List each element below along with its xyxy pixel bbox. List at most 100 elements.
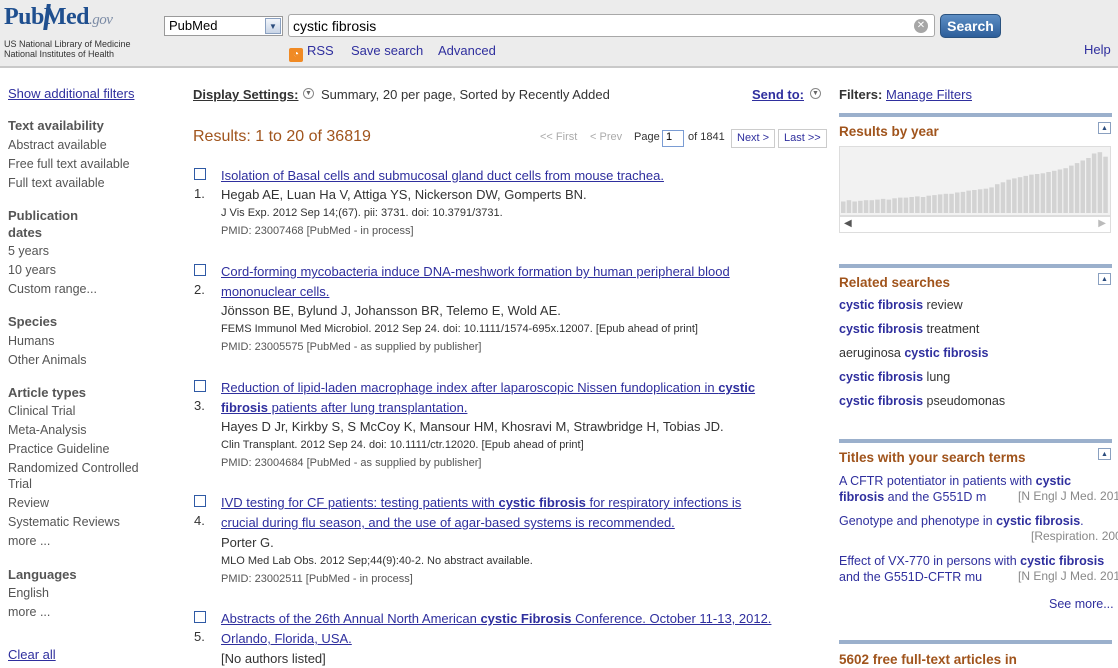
year-bar[interactable] xyxy=(863,200,869,213)
year-bar[interactable] xyxy=(1017,177,1023,213)
filter-meta-analysis[interactable]: Meta-Analysis xyxy=(8,423,87,437)
year-bar[interactable] xyxy=(1080,160,1086,214)
year-bar[interactable] xyxy=(1034,174,1040,213)
result-title-link[interactable]: Abstracts of the 26th Annual North Ameri… xyxy=(221,609,831,649)
help-link[interactable]: Help xyxy=(1084,42,1111,57)
year-bar[interactable] xyxy=(903,197,909,213)
related-search-link[interactable]: cystic fibrosis review xyxy=(839,298,963,312)
clear-icon[interactable]: ✕ xyxy=(914,19,928,33)
year-bar[interactable] xyxy=(983,188,989,213)
article-types-more-link[interactable]: more ... xyxy=(8,534,50,548)
pubmed-logo[interactable]: PubMed.gov US National Library of Medici… xyxy=(4,4,154,60)
year-bar[interactable] xyxy=(955,192,960,214)
scroll-right-icon[interactable]: ▶ xyxy=(1098,218,1106,229)
filter-english[interactable]: English xyxy=(8,586,49,600)
search-button[interactable]: Search xyxy=(940,14,1001,38)
year-bar[interactable] xyxy=(989,187,994,213)
send-to-link[interactable]: Send to: xyxy=(752,87,804,102)
chevron-down-icon[interactable]: ▼ xyxy=(265,18,281,34)
year-bar[interactable] xyxy=(1097,152,1103,213)
filter-full-text[interactable]: Full text available xyxy=(8,176,105,190)
year-bar[interactable] xyxy=(995,184,1000,213)
year-bar[interactable] xyxy=(1046,172,1051,213)
related-search-link[interactable]: cystic fibrosis treatment xyxy=(839,322,979,336)
year-bar[interactable] xyxy=(1069,165,1074,213)
search-input[interactable]: cystic fibrosis ✕ xyxy=(288,14,935,37)
page-number-input[interactable]: 1 xyxy=(662,130,684,147)
related-search-link[interactable]: cystic fibrosis pseudomonas xyxy=(839,394,1005,408)
result-checkbox[interactable] xyxy=(194,168,206,180)
year-bar[interactable] xyxy=(943,193,949,213)
languages-more-link[interactable]: more ... xyxy=(8,605,50,619)
filter-free-full-text[interactable]: Free full text available xyxy=(8,157,130,171)
result-title-link[interactable]: IVD testing for CF patients: testing pat… xyxy=(221,493,831,533)
next-page-button[interactable]: Next > xyxy=(731,129,776,148)
year-bar[interactable] xyxy=(1086,158,1091,213)
year-bar[interactable] xyxy=(1040,173,1046,213)
save-search-link[interactable]: Save search xyxy=(351,43,423,58)
filter-randomized-controlled-trial[interactable]: Randomized Controlled xyxy=(8,461,139,475)
result-checkbox[interactable] xyxy=(194,264,206,276)
year-bar[interactable] xyxy=(846,200,852,213)
year-bar[interactable] xyxy=(1029,174,1034,213)
filter-10-years[interactable]: 10 years xyxy=(8,263,56,277)
clear-all-link[interactable]: Clear all xyxy=(8,647,56,662)
year-bar[interactable] xyxy=(1000,182,1006,213)
advanced-link[interactable]: Advanced xyxy=(438,43,496,58)
year-bar[interactable] xyxy=(858,200,863,213)
year-bar[interactable] xyxy=(920,197,926,213)
rss-link[interactable]: ◔ RSS xyxy=(289,43,334,62)
year-bar[interactable] xyxy=(880,198,886,213)
scroll-left-icon[interactable]: ◀ xyxy=(844,218,852,229)
year-bar[interactable] xyxy=(915,196,920,213)
year-bar[interactable] xyxy=(852,201,857,214)
filter-5-years[interactable]: 5 years xyxy=(8,244,49,258)
filter-other-animals[interactable]: Other Animals xyxy=(8,353,87,367)
year-bar[interactable] xyxy=(1012,178,1017,213)
year-bar[interactable] xyxy=(926,195,932,213)
collapse-icon[interactable]: ▲ xyxy=(1098,122,1111,134)
year-bar[interactable] xyxy=(1052,170,1057,213)
year-bar[interactable] xyxy=(1023,175,1029,213)
year-bar[interactable] xyxy=(875,199,880,213)
filter-humans[interactable]: Humans xyxy=(8,334,55,348)
result-title-link[interactable]: Cord-forming mycobacteria induce DNA-mes… xyxy=(221,262,831,302)
year-bar[interactable] xyxy=(909,197,914,213)
year-bar[interactable] xyxy=(966,190,971,213)
filter-clinical-trial[interactable]: Clinical Trial xyxy=(8,404,75,418)
database-select[interactable]: PubMed ▼ xyxy=(164,16,283,36)
filter-custom-range[interactable]: Custom range... xyxy=(8,282,97,296)
result-title-link[interactable]: Reduction of lipid-laden macrophage inde… xyxy=(221,378,831,418)
year-bar[interactable] xyxy=(886,199,892,213)
chevron-down-icon[interactable]: ▼ xyxy=(303,88,314,99)
year-bar[interactable] xyxy=(841,201,846,214)
year-bar[interactable] xyxy=(932,195,937,213)
collapse-icon[interactable]: ▲ xyxy=(1098,448,1111,460)
result-title-link[interactable]: Isolation of Basal cells and submucosal … xyxy=(221,166,831,186)
year-bar[interactable] xyxy=(898,197,903,213)
result-checkbox[interactable] xyxy=(194,611,206,623)
year-bar[interactable] xyxy=(1103,156,1108,213)
manage-filters-link[interactable]: Manage Filters xyxy=(886,87,972,102)
results-by-year-chart[interactable] xyxy=(839,146,1111,216)
show-additional-filters-link[interactable]: Show additional filters xyxy=(8,86,134,101)
year-chart-scrollbar[interactable]: ◀ ▶ xyxy=(839,216,1111,233)
filter-review[interactable]: Review xyxy=(8,496,49,510)
filter-abstract-available[interactable]: Abstract available xyxy=(8,138,107,152)
result-checkbox[interactable] xyxy=(194,380,206,392)
filter-practice-guideline[interactable]: Practice Guideline xyxy=(8,442,109,456)
collapse-icon[interactable]: ▲ xyxy=(1098,273,1111,285)
year-bar[interactable] xyxy=(892,198,897,213)
related-search-link[interactable]: aeruginosa cystic fibrosis xyxy=(839,346,988,360)
year-bar[interactable] xyxy=(869,200,875,213)
year-bar[interactable] xyxy=(949,193,954,213)
filter-systematic-reviews[interactable]: Systematic Reviews xyxy=(8,515,120,529)
last-page-button[interactable]: Last >> xyxy=(778,129,827,148)
year-bar[interactable] xyxy=(1057,169,1063,214)
related-search-link[interactable]: cystic fibrosis lung xyxy=(839,370,950,384)
chevron-down-icon[interactable]: ▼ xyxy=(810,88,821,99)
year-bar[interactable] xyxy=(937,194,943,213)
filter-randomized-controlled-trial-line2[interactable]: Trial xyxy=(8,477,32,491)
see-more-link[interactable]: See more... xyxy=(1049,597,1114,611)
year-bar[interactable] xyxy=(1063,168,1068,213)
